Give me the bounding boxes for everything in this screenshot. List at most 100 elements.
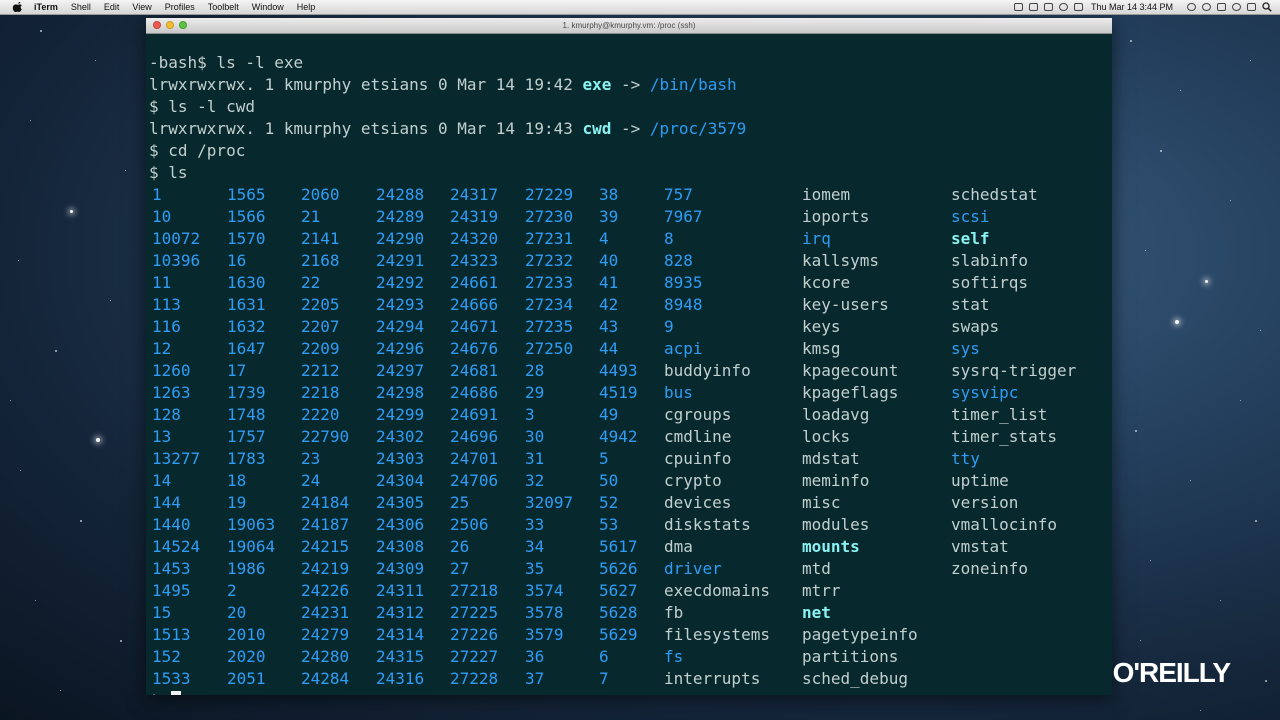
menu-edit[interactable]: Edit [104,0,120,14]
star-dot [70,210,73,213]
status-battery-icon[interactable] [1073,3,1083,11]
status-time-machine-icon[interactable] [1232,3,1241,11]
process-dir: 32 [525,471,545,490]
process-dir: 1632 [227,317,266,336]
process-dir: 1986 [227,559,266,578]
process-dir: 52 [599,493,619,512]
menu-shell[interactable]: Shell [71,0,91,14]
status-screen-icon[interactable] [1013,3,1023,11]
file-entry: dma [664,537,693,556]
symlink-arrow: -> [611,119,650,138]
file-entry: buddyinfo [664,361,751,380]
process-dir: 1647 [227,339,266,358]
menu-profiles[interactable]: Profiles [165,0,195,14]
ls-column: 24288 24289 24290 24291 24292 24293 24294 24296… [376,184,424,690]
file-entry: crypto [664,471,722,490]
listing-prefix: lrwxrwxrwx. 1 kmurphy etsians 0 Mar 14 1… [149,119,583,138]
file-entry: kallsyms [802,251,880,270]
process-dir: 24298 [376,383,425,402]
oreilly-logo: O'REILLY [1112,657,1231,688]
process-dir: 24226 [301,581,350,600]
menu-toolbelt[interactable]: Toolbelt [208,0,239,14]
symlink-entry: mounts [802,537,860,556]
star-dot [1190,480,1191,481]
star-dot [95,60,96,61]
symlink-target: /bin/bash [649,75,737,94]
process-dir: 24303 [376,449,425,468]
status-sync-icon[interactable] [1058,3,1068,11]
directory-entry: scsi [951,207,990,226]
status-user-icon[interactable] [1247,3,1256,11]
file-entry: zoneinfo [951,559,1029,578]
window-titlebar[interactable]: 1. kmurphy@kmurphy.vm: /proc (ssh) [146,18,1112,34]
terminal-output[interactable]: -bash$ ls -l exe lrwxrwxrwx. 1 kmurphy et… [146,34,1112,695]
process-dir: 828 [664,251,693,270]
process-dir: 24306 [376,515,425,534]
process-dir: 17 [227,361,247,380]
spotlight-search-icon[interactable] [1262,2,1272,12]
process-dir: 1453 [152,559,191,578]
menu-window[interactable]: Window [252,0,284,14]
process-dir: 53 [599,515,619,534]
process-dir: 16 [227,251,247,270]
file-entry: kpagecount [802,361,899,380]
process-dir: 24299 [376,405,425,424]
process-dir: 26 [450,537,470,556]
process-dir: 27218 [450,581,499,600]
process-dir: 24681 [450,361,499,380]
process-dir: 31 [525,449,545,468]
process-dir: 2168 [301,251,340,270]
process-dir: 27225 [450,603,499,622]
process-dir: 24294 [376,317,425,336]
process-dir: 4493 [599,361,638,380]
file-entry: misc [802,493,841,512]
process-dir: 1630 [227,273,266,292]
process-dir: 24279 [301,625,350,644]
process-dir: 7967 [664,207,703,226]
process-dir: 5629 [599,625,638,644]
status-wifi-icon[interactable] [1187,3,1196,11]
file-entry: swaps [951,317,1000,336]
menu-view[interactable]: View [132,0,151,14]
status-bluetooth-icon[interactable] [1217,3,1226,11]
menu-app-name[interactable]: iTerm [34,0,58,14]
process-dir: 24302 [376,427,425,446]
apple-icon[interactable] [12,2,24,12]
star-dot [120,640,122,642]
process-dir: 27 [450,559,470,578]
process-dir: 24308 [376,537,425,556]
star-dot [96,438,100,442]
file-entry: meminfo [802,471,870,490]
process-dir: 144 [152,493,181,512]
process-dir: 5628 [599,603,638,622]
ls-column: 38 39 4 40 41 42 43 44 4493 4519 49 4942 5 50 52 53 5617… [599,184,638,690]
status-app-icon[interactable] [1028,3,1038,11]
process-dir: 24219 [301,559,350,578]
status-window-icon[interactable] [1043,3,1053,11]
status-area: Thu Mar 14 3:44 PM [1008,0,1272,14]
process-dir: 2207 [301,317,340,336]
process-dir: 2020 [227,647,266,666]
desktop: iTerm Shell Edit View Profiles Toolbelt … [0,0,1280,720]
star-dot [1220,600,1221,601]
command-text: $ cd /proc [149,141,246,160]
process-dir: 128 [152,405,181,424]
process-dir: 27234 [525,295,574,314]
process-dir: 43 [599,317,619,336]
status-volume-icon[interactable] [1202,3,1211,11]
process-dir: 27235 [525,317,574,336]
menu-clock[interactable]: Thu Mar 14 3:44 PM [1091,2,1173,12]
process-dir: 24293 [376,295,425,314]
file-entry: timer_list [951,405,1048,424]
star-dot [125,170,126,171]
process-dir: 8 [664,229,674,248]
prompt-line[interactable]: $ [149,690,1112,695]
process-dir: 5626 [599,559,638,578]
process-dir: 24676 [450,339,499,358]
process-dir: 24320 [450,229,499,248]
menu-help[interactable]: Help [297,0,316,14]
star-dot [80,520,82,522]
symlink-entry: net [802,603,831,622]
process-dir: 19064 [227,537,276,556]
process-dir: 2220 [301,405,340,424]
